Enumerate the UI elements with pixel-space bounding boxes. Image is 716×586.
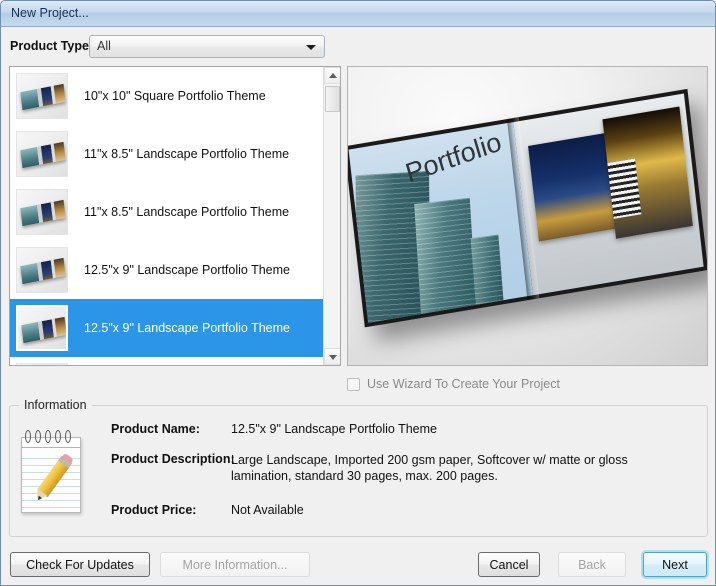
product-type-dropdown[interactable]: All — [89, 35, 325, 58]
product-price-label: Product Price: — [111, 503, 197, 517]
list-scrollbar[interactable] — [323, 67, 340, 365]
theme-thumbnail-icon — [16, 189, 68, 235]
product-price-value: Not Available — [231, 503, 304, 517]
product-type-label: Product Type: — [10, 39, 94, 53]
theme-preview: Portfolio — [347, 66, 708, 366]
information-group-title: Information — [19, 398, 92, 412]
scroll-down-icon[interactable] — [324, 348, 340, 365]
back-button[interactable]: Back — [558, 552, 626, 577]
product-type-value: All — [97, 39, 111, 53]
scrollbar-thumb[interactable] — [325, 86, 340, 112]
new-project-dialog: New Project... Product Type: All 10"x 10… — [0, 0, 716, 586]
list-item[interactable] — [10, 357, 323, 365]
preview-right-page — [512, 93, 704, 296]
list-item-label: 12.5"x 9" Landscape Portfolio Theme — [84, 321, 290, 335]
list-item[interactable]: 11"x 8.5" Landscape Portfolio Theme — [10, 183, 323, 241]
product-description-value: Large Landscape, Imported 200 gsm paper,… — [231, 453, 628, 483]
cancel-button[interactable]: Cancel — [478, 552, 540, 577]
list-item-selected[interactable]: 12.5"x 9" Landscape Portfolio Theme — [10, 299, 323, 357]
list-item-label: 11"x 8.5" Landscape Portfolio Theme — [84, 147, 290, 161]
list-item-label: 11"x 8.5" Landscape Portfolio Theme — [84, 205, 290, 219]
preview-cover-text: Portfolio — [401, 126, 505, 189]
notepad-pencil-icon — [19, 429, 85, 514]
use-wizard-checkbox-row[interactable]: Use Wizard To Create Your Project — [347, 375, 560, 393]
list-item-label: 10"x 10" Square Portfolio Theme — [84, 89, 266, 103]
list-item[interactable]: 12.5"x 9" Landscape Portfolio Theme — [10, 241, 323, 299]
product-description-label: Product Description: — [111, 452, 235, 466]
next-button[interactable]: Next — [643, 552, 707, 577]
more-information-button[interactable]: More Information... — [160, 552, 310, 577]
preview-photo-storefront — [602, 106, 693, 239]
theme-thumbnail-icon — [16, 73, 68, 119]
theme-list-viewport: 10"x 10" Square Portfolio Theme 11"x 8.5… — [10, 67, 323, 365]
use-wizard-label: Use Wizard To Create Your Project — [367, 377, 560, 391]
preview-book-image: Portfolio — [348, 88, 707, 350]
theme-thumbnail-icon — [16, 247, 68, 293]
list-item[interactable]: 10"x 10" Square Portfolio Theme — [10, 67, 323, 125]
product-name-label: Product Name: — [111, 422, 200, 436]
theme-list[interactable]: 10"x 10" Square Portfolio Theme 11"x 8.5… — [9, 66, 341, 366]
list-item-label: 12.5"x 9" Landscape Portfolio Theme — [84, 263, 290, 277]
theme-thumbnail-icon — [16, 131, 68, 177]
theme-thumbnail-icon — [16, 363, 68, 365]
preview-left-page: Portfolio — [348, 122, 533, 323]
use-wizard-checkbox[interactable] — [347, 377, 360, 391]
check-for-updates-button[interactable]: Check For Updates — [10, 552, 150, 577]
title-bar: New Project... — [1, 1, 715, 27]
theme-thumbnail-icon — [16, 305, 68, 351]
window-title: New Project... — [11, 6, 89, 20]
list-item[interactable]: 11"x 8.5" Landscape Portfolio Theme — [10, 125, 323, 183]
chevron-down-icon — [306, 45, 316, 50]
product-name-value: 12.5"x 9" Landscape Portfolio Theme — [231, 422, 437, 436]
scroll-up-icon[interactable] — [324, 67, 340, 84]
